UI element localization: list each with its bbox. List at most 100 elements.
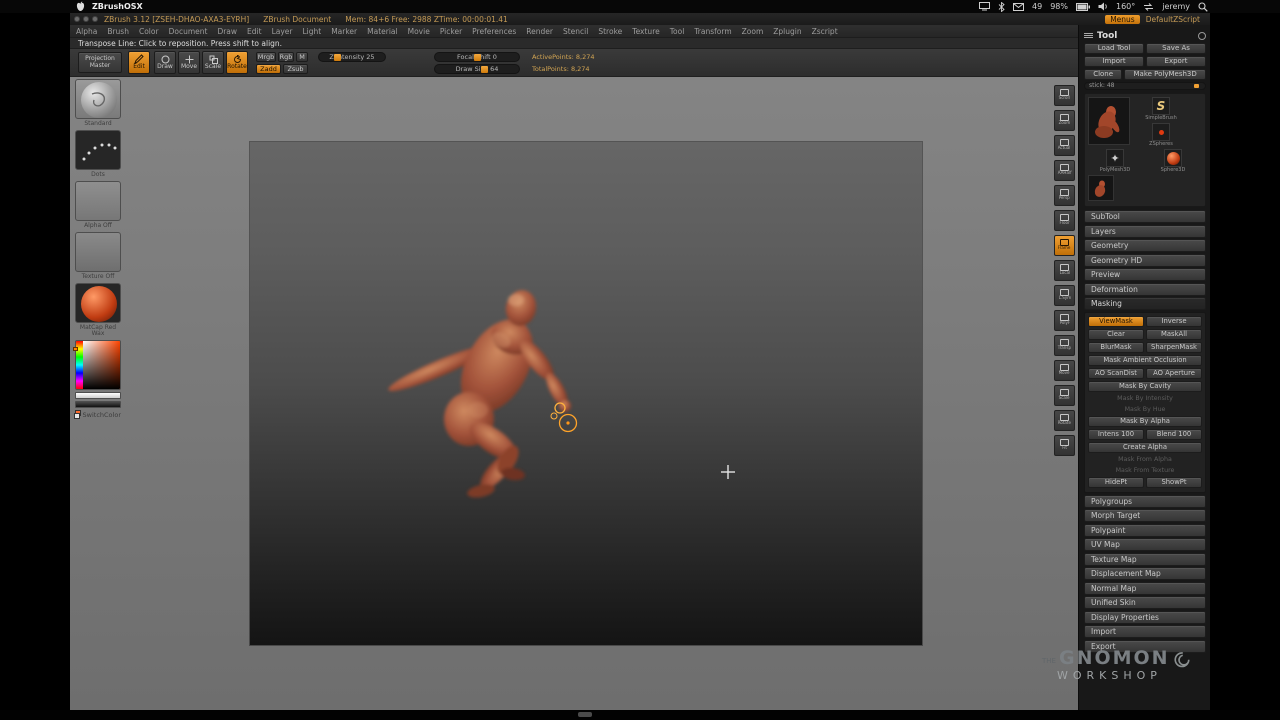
mrgb-button[interactable]: Mrgb [256,52,276,62]
palette-section-button[interactable]: Export [1084,639,1206,653]
mail-icon[interactable] [1013,2,1025,11]
default-zscript-button[interactable]: DefaultZScript [1146,15,1200,24]
palette-menu-item[interactable]: Alpha [76,27,97,36]
sculpt-model[interactable] [385,287,572,500]
slider-handle[interactable] [333,54,341,61]
spotlight-icon[interactable] [1198,1,1208,12]
palette-section-button[interactable]: UV Map [1084,538,1206,551]
zoom-button[interactable] [92,16,98,22]
z-intensity-slider[interactable]: Z Intensity 25 [318,52,386,62]
palette-menu-item[interactable]: Zoom [742,27,764,36]
stick-slider[interactable]: stick: 48 [1084,82,1206,90]
blend-slider[interactable]: Blend 100 [1146,428,1202,440]
make-polymesh3d-button[interactable]: Make PolyMesh3D [1124,69,1206,80]
palette-section-button[interactable]: Unified Skin [1084,596,1206,609]
current-alpha-thumbnail[interactable] [75,181,121,221]
palette-menu-item[interactable]: Material [367,27,397,36]
palette-section-button[interactable]: Polypaint [1084,523,1206,537]
mask-by-cavity-button[interactable]: Mask By Cavity [1088,380,1202,392]
blurmask-button[interactable]: BlurMask [1088,341,1144,353]
viewmask-button[interactable]: ViewMask [1088,315,1144,327]
palette-menu-item[interactable]: Stencil [563,27,588,36]
gray-swatch[interactable] [75,401,121,408]
palette-section-button[interactable]: SubTool [1084,210,1206,223]
export-button[interactable]: Export [1146,56,1206,67]
inverse-button[interactable]: Inverse [1146,315,1202,327]
minimize-button[interactable] [83,16,89,22]
bluetooth-icon[interactable] [998,1,1005,12]
white-swatch[interactable] [75,392,121,399]
palette-section-button[interactable]: Normal Map [1084,581,1206,595]
inventory-item-zspheres[interactable]: ZSpheres [1134,123,1188,147]
move-button[interactable]: Move [178,51,200,74]
app-menu-title[interactable]: ZBrushOSX [92,2,143,11]
right-shelf-button[interactable]: Move [1054,360,1075,381]
palette-section-button[interactable]: Displacement Map [1084,567,1206,580]
menus-toggle-button[interactable]: Menus [1105,14,1140,24]
palette-section-button[interactable]: Texture Map [1084,552,1206,566]
current-tool-thumbnail[interactable] [1088,97,1130,145]
right-shelf-button[interactable]: Scale [1054,385,1075,406]
zadd-button[interactable]: Zadd [256,64,281,74]
saturation-value-square[interactable] [83,341,120,389]
sharpenmask-button[interactable]: SharpenMask [1146,341,1202,353]
apple-menu-icon[interactable] [76,1,85,12]
current-texture-thumbnail[interactable] [75,232,121,272]
right-shelf-button[interactable]: Zoom [1054,110,1075,131]
mask-by-alpha-button[interactable]: Mask By Alpha [1088,415,1202,427]
palette-section-button[interactable]: Geometry [1084,239,1206,252]
palette-menu-item[interactable]: Tool [670,27,685,36]
right-shelf-button[interactable]: Actual [1054,135,1075,156]
palette-menu-item[interactable]: Brush [107,27,129,36]
battery-icon[interactable] [1076,2,1090,11]
tool-palette-header[interactable]: Tool [1084,28,1206,43]
close-button[interactable] [74,16,80,22]
palette-menu-item[interactable]: Draw [217,27,237,36]
display-icon[interactable] [979,2,991,11]
palette-section-button[interactable]: Morph Target [1084,509,1206,522]
palette-menu-item[interactable]: Preferences [472,27,516,36]
palette-menu-item[interactable]: Layer [272,27,293,36]
palette-menu-item[interactable]: Transform [694,27,731,36]
right-shelf-button[interactable]: Scroll [1054,85,1075,106]
palette-menu-item[interactable]: Light [302,27,321,36]
palette-section-button[interactable]: Layers [1084,224,1206,238]
inventory-item-simplebrush[interactable]: S SimpleBrush [1134,97,1188,121]
slider-handle[interactable] [1194,84,1199,88]
sync-arrows-icon[interactable] [1143,2,1154,11]
palette-section-button[interactable]: Deformation [1084,282,1206,296]
current-material-thumbnail[interactable] [75,283,121,323]
current-brush-thumbnail[interactable] [75,79,121,119]
load-tool-button[interactable]: Load Tool [1084,43,1144,54]
save-as-button[interactable]: Save As [1146,43,1206,54]
recent-tool-thumbnail[interactable] [1088,175,1114,201]
import-button[interactable]: Import [1084,56,1144,67]
window-controls[interactable] [74,16,98,22]
maskall-button[interactable]: MaskAll [1146,328,1202,340]
clear-mask-button[interactable]: Clear [1088,328,1144,340]
edit-button[interactable]: Edit [128,51,150,74]
volume-icon[interactable] [1098,2,1108,11]
palette-menu-item[interactable]: Texture [632,27,659,36]
right-shelf-button[interactable]: Fit [1054,435,1075,456]
palette-menu-item[interactable]: Zplugin [773,27,801,36]
rotate-button[interactable]: Rotate [226,51,248,74]
palette-section-button[interactable]: Geometry HD [1084,253,1206,267]
right-shelf-button[interactable]: PolyF [1054,310,1075,331]
palette-section-button[interactable]: Import [1084,625,1206,638]
ao-aperture-slider[interactable]: AO Aperture [1146,367,1202,379]
right-shelf-button[interactable]: Transp [1054,335,1075,356]
palette-section-button[interactable]: Display Properties [1084,610,1206,624]
m-button[interactable]: M [296,52,308,62]
palette-menu-item[interactable]: Render [526,27,553,36]
right-shelf-button[interactable]: Floor [1054,210,1075,231]
document-canvas[interactable] [250,142,922,645]
palette-menu-item[interactable]: Color [139,27,159,36]
right-shelf-button[interactable]: Frame [1054,235,1075,256]
projection-master-button[interactable]: Projection Master [78,52,122,73]
draw-button[interactable]: Draw [154,51,176,74]
create-alpha-button[interactable]: Create Alpha [1088,441,1202,453]
palette-menu-item[interactable]: Stroke [598,27,622,36]
draw-size-slider[interactable]: Draw Size 64 [434,64,520,74]
right-shelf-button[interactable]: Rotate [1054,410,1075,431]
